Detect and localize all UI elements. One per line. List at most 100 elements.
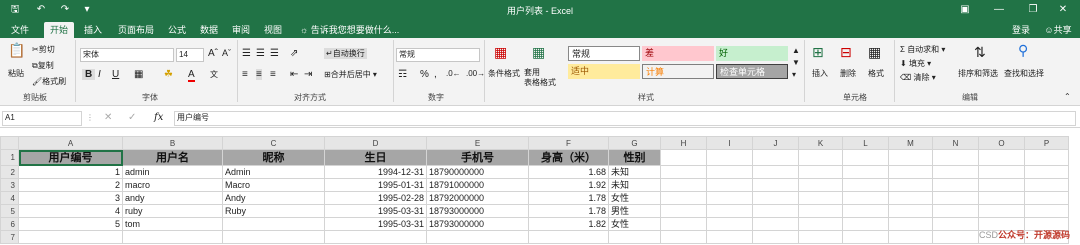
cell[interactable]: macro (122, 178, 223, 192)
cell[interactable] (752, 165, 799, 179)
delete-cells-icon[interactable]: ⊟ (840, 44, 852, 61)
styles-scroll-down-icon[interactable]: ▼ (792, 58, 800, 67)
cell[interactable] (888, 165, 933, 179)
cell[interactable]: 女性 (608, 217, 661, 231)
format-as-table-button[interactable]: 套用 表格格式 (524, 68, 556, 88)
column-header[interactable]: L (842, 136, 889, 150)
tab-insert[interactable]: 插入 (80, 22, 106, 38)
orientation-icon[interactable]: ⇗ (290, 48, 298, 59)
row-header[interactable]: 3 (0, 178, 19, 192)
cell[interactable] (426, 230, 529, 244)
cell[interactable] (842, 149, 889, 166)
column-header[interactable]: F (528, 136, 609, 150)
column-header[interactable]: M (888, 136, 933, 150)
cell[interactable] (932, 217, 979, 231)
cell[interactable] (842, 191, 889, 205)
style-good[interactable]: 好 (716, 46, 788, 61)
cell[interactable] (706, 165, 753, 179)
align-center-icon[interactable]: ≡ (256, 69, 262, 80)
cell[interactable] (888, 191, 933, 205)
cell[interactable] (842, 217, 889, 231)
header-cell[interactable]: 性别 (608, 149, 661, 166)
restore-icon[interactable]: ❐ (1016, 0, 1050, 20)
cell[interactable] (888, 204, 933, 218)
header-cell[interactable]: 昵称 (222, 149, 325, 166)
cell[interactable]: tom (122, 217, 223, 231)
cell[interactable] (798, 204, 843, 218)
cell[interactable] (798, 149, 843, 166)
enter-icon[interactable]: ✓ (128, 112, 136, 123)
cell[interactable] (660, 178, 707, 192)
tab-view[interactable]: 视图 (260, 22, 286, 38)
cell[interactable]: 4 (18, 204, 123, 218)
decrease-indent-icon[interactable]: ⇤ (290, 69, 298, 80)
cell[interactable] (222, 217, 325, 231)
align-top-icon[interactable]: ☰ (242, 48, 251, 59)
cell[interactable]: 1.92 (528, 178, 609, 192)
cell[interactable] (608, 230, 661, 244)
tab-formulas[interactable]: 公式 (164, 22, 190, 38)
column-header[interactable]: D (324, 136, 427, 150)
cell[interactable]: 1 (18, 165, 123, 179)
header-cell[interactable]: 用户编号 (18, 149, 123, 166)
delete-cells-button[interactable]: 删除 (840, 68, 856, 79)
align-bottom-icon[interactable]: ☰ (270, 48, 279, 59)
percent-icon[interactable]: % (420, 69, 429, 80)
cell[interactable]: Macro (222, 178, 325, 192)
cell[interactable]: 1995-03-31 (324, 217, 427, 231)
cell[interactable]: 1.82 (528, 217, 609, 231)
merge-center-button[interactable]: ⊞合并后居中 ▾ (324, 69, 377, 80)
cell[interactable] (1024, 149, 1069, 166)
sort-filter-button[interactable]: 排序和筛选 (958, 68, 998, 79)
underline-icon[interactable]: U (112, 69, 119, 80)
phonetic-icon[interactable]: 文 (210, 69, 218, 80)
number-format-select[interactable]: 常规 (396, 48, 480, 62)
cell[interactable]: ruby (122, 204, 223, 218)
cell[interactable] (932, 178, 979, 192)
sort-filter-icon[interactable]: ⇅ (974, 44, 986, 61)
cell[interactable] (660, 230, 707, 244)
tell-me-box[interactable]: ☼ 告诉我您想要做什么... (300, 22, 430, 38)
column-header[interactable]: J (752, 136, 799, 150)
column-header[interactable]: A (18, 136, 123, 150)
header-cell[interactable]: 用户名 (122, 149, 223, 166)
cell[interactable] (752, 230, 799, 244)
cell[interactable] (324, 230, 427, 244)
format-painter-button[interactable]: 🖌格式刷 (32, 76, 66, 87)
cut-button[interactable]: ✂剪切 (32, 44, 55, 55)
cell[interactable] (706, 149, 753, 166)
decrease-decimal-icon[interactable]: .00→ (466, 69, 485, 78)
cell[interactable] (1024, 191, 1069, 205)
cell[interactable]: 女性 (608, 191, 661, 205)
font-color-icon[interactable]: A (188, 69, 195, 82)
border-icon[interactable]: ▦ (134, 69, 143, 80)
cancel-icon[interactable]: ✕ (104, 112, 112, 123)
cell[interactable]: 18792000000 (426, 191, 529, 205)
cell[interactable]: 1.68 (528, 165, 609, 179)
column-header[interactable]: B (122, 136, 223, 150)
cell[interactable]: 未知 (608, 178, 661, 192)
cell[interactable] (660, 217, 707, 231)
insert-function-icon[interactable]: fx (154, 112, 163, 123)
cell[interactable] (978, 178, 1025, 192)
column-header[interactable]: N (932, 136, 979, 150)
find-select-icon[interactable]: ⚲ (1018, 42, 1028, 59)
cell[interactable]: 5 (18, 217, 123, 231)
styles-scroll-up-icon[interactable]: ▲ (792, 46, 800, 55)
clear-button[interactable]: ⌫ 清除 ▾ (900, 72, 936, 83)
row-header[interactable]: 4 (0, 191, 19, 205)
find-select-button[interactable]: 查找和选择 (1004, 68, 1044, 79)
cell[interactable]: Ruby (222, 204, 325, 218)
cell[interactable] (842, 165, 889, 179)
cell[interactable]: 1.78 (528, 191, 609, 205)
format-cells-icon[interactable]: ▦ (868, 44, 881, 61)
copy-button[interactable]: ⧉复制 (32, 60, 54, 71)
cell[interactable]: 1995-03-31 (324, 204, 427, 218)
cell[interactable] (1024, 178, 1069, 192)
cell[interactable] (1024, 204, 1069, 218)
column-header[interactable]: K (798, 136, 843, 150)
cell[interactable] (888, 178, 933, 192)
cell[interactable] (978, 165, 1025, 179)
cell[interactable] (752, 191, 799, 205)
tab-review[interactable]: 审阅 (228, 22, 254, 38)
